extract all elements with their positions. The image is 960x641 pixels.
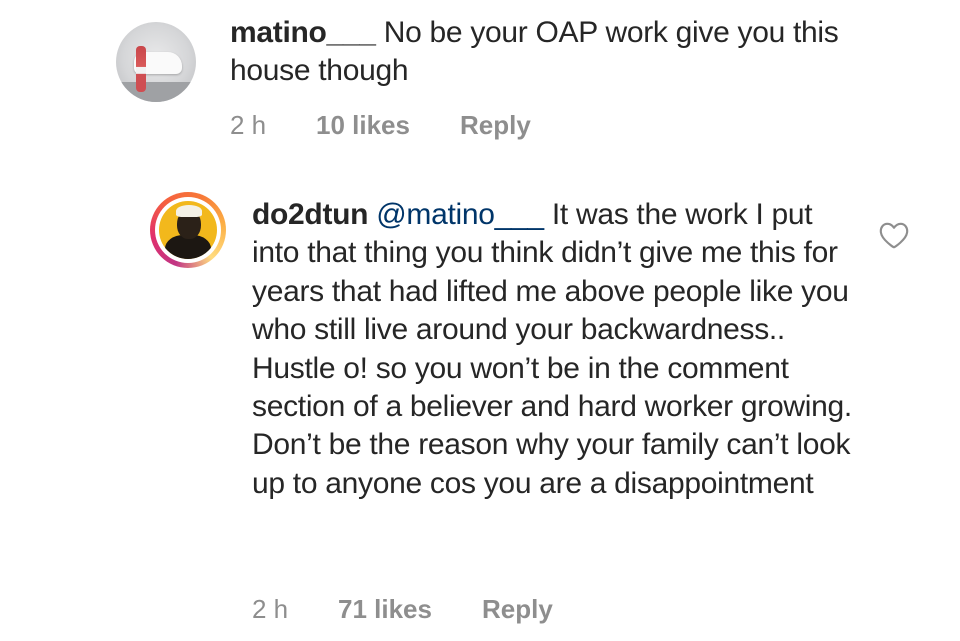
comment-matino: matino___ No be your OAP work give you t…	[0, 0, 960, 170]
comment-do2dtun: do2dtun @matino___ It was the work I put…	[0, 170, 960, 641]
comment-likes-count[interactable]: 10 likes	[316, 110, 460, 141]
reply-button[interactable]: Reply	[482, 594, 553, 625]
comment-text: matino___ No be your OAP work give you t…	[230, 14, 920, 90]
avatar-photo-ground	[116, 82, 196, 102]
comment-meta: 2 h 71 likes Reply	[252, 594, 553, 625]
comment-username[interactable]: matino___	[230, 16, 376, 49]
comment-body: It was the work I put into that thing yo…	[252, 198, 852, 500]
comment-meta: 2 h 10 likes Reply	[230, 110, 531, 141]
comment-mention[interactable]: @matino___	[376, 198, 544, 231]
reply-button[interactable]: Reply	[460, 110, 531, 141]
avatar	[159, 201, 217, 259]
comment-likes-count[interactable]: 71 likes	[338, 594, 482, 625]
avatar-photo-person	[136, 46, 146, 92]
heart-outline-icon[interactable]	[878, 220, 910, 250]
story-ring[interactable]	[150, 192, 226, 268]
comment-timestamp: 2 h	[230, 110, 267, 140]
comment-timestamp: 2 h	[252, 594, 289, 624]
avatar[interactable]	[116, 22, 196, 102]
avatar-photo-hair	[176, 205, 202, 217]
comment-text: do2dtun @matino___ It was the work I put…	[252, 196, 852, 503]
comment-username[interactable]: do2dtun	[252, 198, 369, 231]
avatar-border	[155, 197, 221, 263]
